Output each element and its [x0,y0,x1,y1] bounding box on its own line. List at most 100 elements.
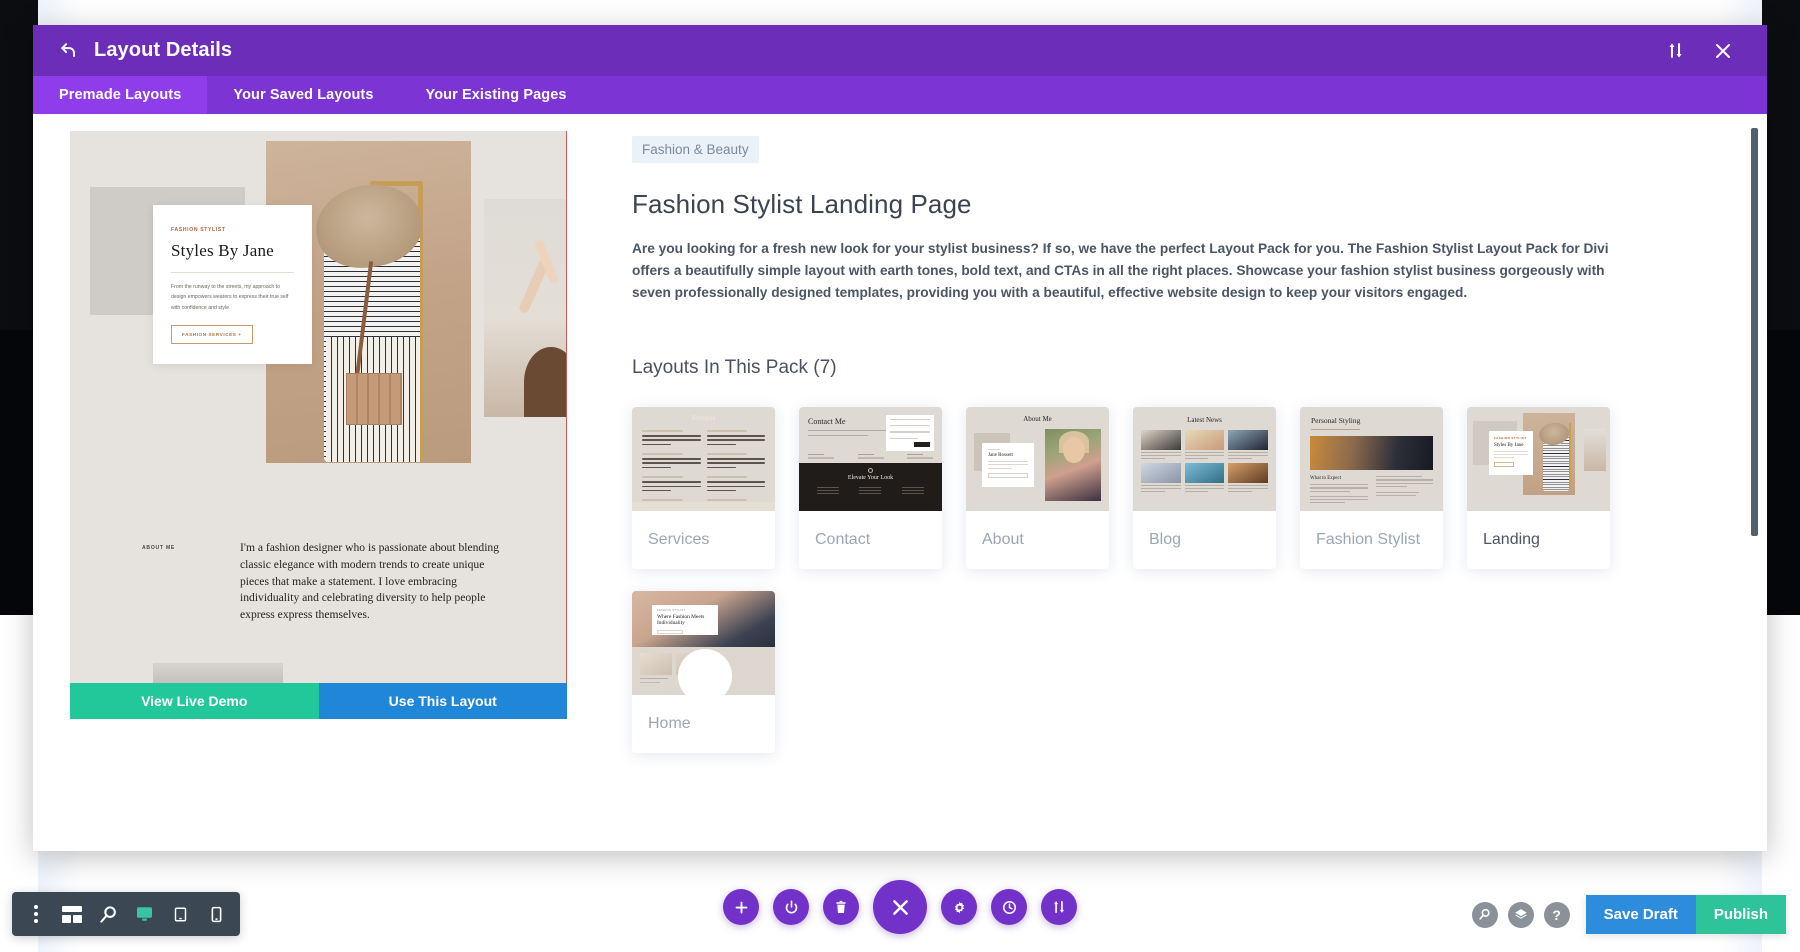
thumb-columns [632,422,775,511]
thumb-col [642,429,701,511]
preview-about-image [153,663,283,683]
desktop-icon[interactable] [126,892,162,936]
layout-card-landing[interactable]: FASHION STYLIST Styles By Jane Landing [1467,406,1610,569]
modal-tabs: Premade Layouts Your Saved Layouts Your … [33,76,1767,114]
layout-preview-column: FASHION STYLIST Styles By Jane From the … [33,114,601,851]
close-icon[interactable] [1705,33,1741,69]
sort-updown-icon[interactable] [1657,33,1693,69]
layout-detail-column: Fashion & Beauty Fashion Stylist Landing… [601,114,1767,851]
thumb-col [706,429,765,511]
modal-body: FASHION STYLIST Styles By Jane From the … [33,114,1767,851]
thumb-portrait-photo [1045,428,1101,501]
preview-action-bar: View Live Demo Use This Layout [70,683,567,719]
thumb-title-about: About Me [1023,414,1052,423]
power-icon[interactable] [773,889,809,925]
layers-icon[interactable] [1507,901,1534,928]
kebab-menu-icon[interactable] [18,892,54,936]
layout-card-contact[interactable]: Contact Me Elevate Your Look Contact [799,406,942,569]
layout-title: Fashion Stylist Landing Page [632,189,972,219]
preview-hero-eyebrow: FASHION STYLIST [171,227,226,233]
gear-icon[interactable] [941,889,977,925]
preview-about-body: I'm a fashion designer who is passionate… [240,541,500,622]
thumb-title-services: Services [691,413,716,422]
layout-preview-image: FASHION STYLIST Styles By Jane From the … [70,131,567,683]
thumbnail-contact: Contact Me Elevate Your Look [799,406,942,511]
zoom-out-icon[interactable] [90,892,126,936]
view-mode-toolbar [12,892,240,936]
thumb-footer-strip [632,501,775,511]
preview-about-section: ABOUT ME I'm a fashion designer who is p… [70,523,566,683]
tablet-icon[interactable] [162,892,198,936]
preview-hero-body: From the runway to the streets, my appro… [171,284,289,311]
layout-details-modal: Layout Details Premade Layouts Your Save… [33,25,1767,851]
thumbnail-about: About Me Jane Rossett [966,406,1109,511]
footer-dot-icon [868,467,873,473]
back-arrow-icon[interactable] [59,41,78,60]
preview-about-label: ABOUT ME [142,545,176,551]
tab-premade-layouts[interactable]: Premade Layouts [33,76,208,114]
history-icon[interactable] [991,889,1027,925]
layout-card-label: Landing [1483,530,1540,548]
layout-description: Are you looking for a fresh new look for… [632,241,1609,301]
layouts-grid: Services Services Contact Me Elevate You… [632,406,1642,753]
thumbnail-services: Services [632,406,775,511]
page-bg-block-mid-right [1762,330,1800,615]
plus-icon[interactable] [723,889,759,925]
layout-card-blog[interactable]: Latest News Blog [1133,406,1276,569]
category-badge: Fashion & Beauty [632,136,759,163]
thumb-contact-form [886,414,934,451]
thumbnail-landing: FASHION STYLIST Styles By Jane [1467,406,1610,511]
woven-bag [346,373,402,425]
thumb-title-blog: Latest News [1187,415,1222,424]
help-icon[interactable]: ? [1543,901,1570,928]
editor-page: Layout Details Premade Layouts Your Save… [0,0,1800,952]
layout-card-label: Services [648,530,710,548]
layout-card-label: Blog [1149,530,1182,548]
use-this-layout-button[interactable]: Use This Layout [318,683,567,719]
thumb-home-card: FASHION STYLIST Where Fashion Meets Indi… [652,604,718,635]
preview-hero-section: FASHION STYLIST Styles By Jane From the … [70,131,566,523]
publish-toolbar: ? Save Draft Publish [1471,895,1786,934]
thumb-title-landing: Styles By Jane [1494,442,1524,448]
thumb-blog-grid [1133,424,1276,493]
layout-card-home[interactable]: FASHION STYLIST Where Fashion Meets Indi… [632,590,775,753]
tab-your-existing-pages[interactable]: Your Existing Pages [400,76,593,114]
modal-scrollbar[interactable] [1751,128,1758,536]
preview-side-photo [484,199,566,417]
main-editor-toolbar [723,880,1077,934]
thumb-landing-card: FASHION STYLIST Styles By Jane [1489,430,1533,475]
page-title: Layout Details [94,39,233,61]
layout-card-label: About [982,530,1024,548]
tab-your-saved-layouts[interactable]: Your Saved Layouts [207,76,399,114]
layout-card-label: Home [648,714,691,732]
thumb-home-eyebrow: FASHION STYLIST [657,608,686,612]
view-live-demo-button[interactable]: View Live Demo [70,683,319,719]
thumbnail-home: FASHION STYLIST Where Fashion Meets Indi… [632,590,775,695]
layout-card-label: Contact [815,530,871,548]
thumb-landing-eyebrow: FASHION STYLIST [1494,435,1527,440]
preview-hero-card: FASHION STYLIST Styles By Jane From the … [153,205,312,364]
thumbnail-fashion-stylist: Personal Styling What to Expect [1300,406,1443,511]
thumb-about-card: Jane Rossett [982,442,1034,487]
modal-header: Layout Details [33,25,1767,76]
layout-card-fashion-stylist[interactable]: Personal Styling What to Expect Fashion … [1300,406,1443,569]
page-bg-block-top-right [1762,0,1800,330]
hair-shape [524,347,566,417]
trash-icon[interactable] [823,889,859,925]
layout-card-label: Fashion Stylist [1316,530,1421,548]
phone-icon[interactable] [198,892,234,936]
wireframe-icon[interactable] [54,892,90,936]
publish-button[interactable]: Publish [1695,895,1786,934]
layout-card-services[interactable]: Services Services [632,406,775,569]
save-draft-button[interactable]: Save Draft [1585,895,1696,934]
close-x-icon[interactable] [873,880,927,934]
thumb-title-fashion-stylist: Personal Styling [1311,415,1361,425]
thumb-hero-image [1310,436,1433,471]
pack-heading: Layouts In This Pack (7) [632,356,837,378]
search-icon[interactable] [1471,901,1498,928]
thumb-stylist-section: What to Expect [1310,476,1342,482]
thumb-about-name: Jane Rossett [988,452,1013,458]
portability-icon[interactable] [1041,889,1077,925]
layout-card-about[interactable]: About Me Jane Rossett About [966,406,1109,569]
save-publish-group: Save Draft Publish [1585,895,1786,934]
